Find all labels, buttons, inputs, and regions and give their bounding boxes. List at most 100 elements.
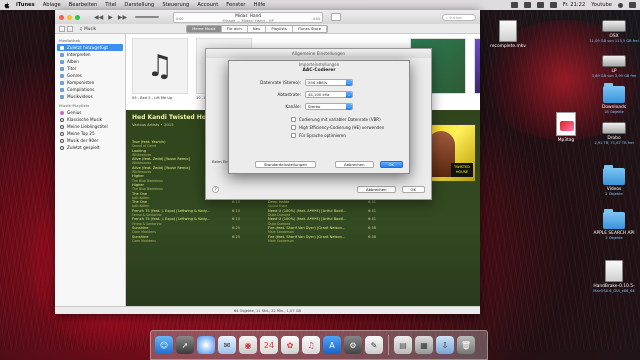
sidebar-item-artists[interactable]: Interpreten — [57, 51, 123, 58]
microphone-icon — [60, 52, 64, 57]
desktop-icon-file[interactable]: recomplete.mkv — [482, 20, 534, 49]
app-store-icon[interactable]: A — [323, 336, 341, 354]
track-row[interactable]: Sunshine Coen Marktens 6:25 Fire (feat. S… — [132, 226, 432, 235]
notification-center-icon[interactable] — [629, 2, 636, 8]
menu-user[interactable]: Youtube — [591, 2, 612, 8]
channels-select[interactable]: Stereo ⌄ — [305, 103, 353, 110]
sidebar-item-albums[interactable]: Alben — [57, 58, 123, 65]
system-preferences-icon[interactable]: ⚙ — [344, 336, 362, 354]
dropbox-icon[interactable] — [510, 2, 518, 8]
track-row[interactable]: The One Josh Kolem 6:10 Deep Inside Sound … — [132, 200, 432, 209]
minimize-window-button[interactable] — [67, 14, 72, 20]
desktop-icon-drive[interactable]: Drobo 2,91 TB, 71,67 TB frei — [588, 122, 640, 146]
track-row[interactable]: French 75 (feat. J. Expo) [Leftwing & Ko… — [132, 217, 432, 226]
wifi-icon[interactable] — [523, 2, 531, 8]
ok-button[interactable]: OK — [379, 161, 403, 168]
menu-item-hilfe[interactable]: Hilfe — [254, 2, 266, 8]
textedit-icon[interactable]: ✎ — [365, 336, 383, 354]
photos-icon[interactable]: ✿ — [281, 336, 299, 354]
itunes-titlebar: ◀◀ ▶ ▶▶ Midas' Hand Mirage — Midas' Hand… — [55, 10, 480, 24]
desktop-icon-drive[interactable]: LP 3,89 GB von 3,99 GB frei — [588, 55, 640, 79]
volume-icon[interactable] — [536, 2, 544, 8]
sidebar-item-playlist[interactable]: Meine Top 25 — [57, 130, 123, 137]
menu-item-account[interactable]: Account — [197, 2, 218, 8]
sidebar-item-recently-added[interactable]: Zuletzt hinzugefügt — [57, 44, 123, 51]
battery-icon[interactable] — [549, 2, 557, 8]
defaults-button[interactable]: Standardeinstellungen — [255, 161, 316, 168]
finder-icon[interactable]: ☺ — [155, 336, 173, 354]
menu-clock[interactable]: Fr. 21:22 — [563, 2, 586, 8]
track-row[interactable]: French 75 (feat. J. Expo) [Leftwing & Ko… — [132, 209, 432, 218]
desktop-icon-folder[interactable]: Downloads 18 Objekte — [588, 83, 640, 115]
desktop-icon-folder[interactable]: Videos 2 Objekte — [588, 165, 640, 197]
sidebar-item-music-videos[interactable]: Musikvideos — [57, 93, 123, 100]
menu-item-bearbeiten[interactable]: Bearbeiten — [69, 2, 98, 8]
previous-track-icon[interactable]: ◀◀ — [94, 14, 103, 21]
sidebar-item-compilations[interactable]: Compilations — [57, 86, 123, 93]
document-icon[interactable]: ▤ — [394, 336, 412, 354]
menu-item-titel[interactable]: Titel — [105, 2, 116, 8]
search-input[interactable]: ⌕ Suchen — [442, 13, 476, 21]
next-track-icon[interactable]: ▶▶ — [118, 14, 127, 21]
cancel-button[interactable]: Abbrechen — [335, 161, 374, 168]
voice-optimize-checkbox[interactable]: Für Sprache optimieren — [291, 133, 346, 138]
sheet-title: Importeinstellungen — [298, 62, 340, 67]
launchpad-icon[interactable]: ➚ — [176, 336, 194, 354]
forward-button[interactable]: › — [67, 25, 73, 32]
tab-neu[interactable]: Neu — [247, 25, 267, 32]
sidebar-item-playlist[interactable]: Musik der 90er — [57, 137, 123, 144]
ok-button[interactable]: OK — [401, 186, 425, 193]
menu-item-ablage[interactable]: Ablage — [43, 2, 61, 8]
tab-fuer-dich[interactable]: Für dich — [221, 25, 248, 32]
desktop-icon-disk-image[interactable]: HandBrake-0.10.5- MacOSX.6_GUI_x86_64 — [588, 260, 640, 294]
play-icon[interactable]: ▶ — [108, 14, 113, 21]
downloads-stack-icon[interactable]: ⇩ — [436, 336, 454, 354]
volume-slider[interactable] — [135, 16, 160, 18]
sidebar-item-genius[interactable]: Genius — [57, 109, 123, 116]
sample-rate-label: Abtastrate: — [277, 92, 301, 97]
safari-icon[interactable]: ✦ — [197, 336, 215, 354]
smart-playlist-icon — [60, 138, 64, 143]
track-row[interactable]: Sunshine Coen Marktens 6:25 Fire (feat. S… — [132, 235, 432, 244]
sidebar-section-playlists: Musik-Playlists — [59, 104, 90, 108]
close-window-button[interactable] — [59, 14, 64, 20]
help-button[interactable]: ? — [212, 186, 219, 193]
vbr-checkbox[interactable]: Codierung mit variabler Datenrate (VBR) — [291, 117, 381, 122]
apple-icon[interactable] — [4, 1, 10, 9]
tab-playlists[interactable]: Playlists — [266, 25, 293, 32]
he-encoding-checkbox[interactable]: High Efficiency-Codierung (HE) verwenden — [291, 125, 384, 130]
trash-icon[interactable]: 🗑 — [457, 336, 475, 354]
itunes-icon[interactable]: ♫ — [302, 336, 320, 354]
menu-item-fenster[interactable]: Fenster — [226, 2, 245, 8]
sidebar-item-playlist[interactable]: Meine Lieblingstitel — [57, 123, 123, 130]
sidebar-item-playlist[interactable]: Klassische Musik — [57, 116, 123, 123]
sidebar-item-songs[interactable]: Titel — [57, 65, 123, 72]
desktop-icon-app[interactable]: Mp3tag — [540, 112, 592, 143]
menu-item-steuerung[interactable]: Steuerung — [162, 2, 189, 8]
album-tile[interactable] — [474, 38, 480, 106]
document-icon[interactable]: ▦ — [415, 336, 433, 354]
folder-icon — [603, 83, 625, 103]
tab-meine-musik[interactable]: Meine Musik — [187, 25, 222, 32]
sample-rate-select[interactable]: 44,100 kHz ⌄ — [305, 91, 353, 98]
zoom-window-button[interactable] — [75, 14, 80, 20]
now-playing-display[interactable]: Midas' Hand Mirage — Midas' Hand – EP 0:… — [173, 11, 324, 23]
mail-icon[interactable]: ✉ — [218, 336, 236, 354]
tab-itunes-store[interactable]: iTunes Store — [292, 25, 328, 32]
menu-item-darstellung[interactable]: Darstellung — [124, 2, 154, 8]
desktop-icon-drive[interactable]: OSX 11,09 GB von 113,5 GB frei — [588, 20, 640, 44]
album-tile[interactable]: ♫ 09 - Bed 5 - Lift Me Up — [132, 38, 188, 106]
back-button[interactable]: ‹ — [59, 25, 65, 32]
up-next-button[interactable] — [331, 13, 342, 21]
maps-icon[interactable]: ◉ — [239, 336, 257, 354]
bitrate-select[interactable]: 256 kBit/s ⌄ — [305, 79, 353, 86]
menu-app-name[interactable]: iTunes — [16, 2, 35, 8]
media-kind-selector[interactable]: ♫ Musik — [79, 26, 96, 31]
sidebar-item-composers[interactable]: Komponisten — [57, 79, 123, 86]
desktop-icon-folder[interactable]: APPLE SEARCH API 2 Objekte — [588, 209, 640, 241]
spotlight-icon[interactable] — [618, 2, 623, 8]
sidebar-item-playlist[interactable]: Zuletzt gespielt — [57, 144, 123, 151]
calendar-icon[interactable]: 24 — [260, 336, 278, 354]
cancel-button[interactable]: Abbrechen — [357, 186, 396, 193]
sidebar-item-genres[interactable]: Genres — [57, 72, 123, 79]
